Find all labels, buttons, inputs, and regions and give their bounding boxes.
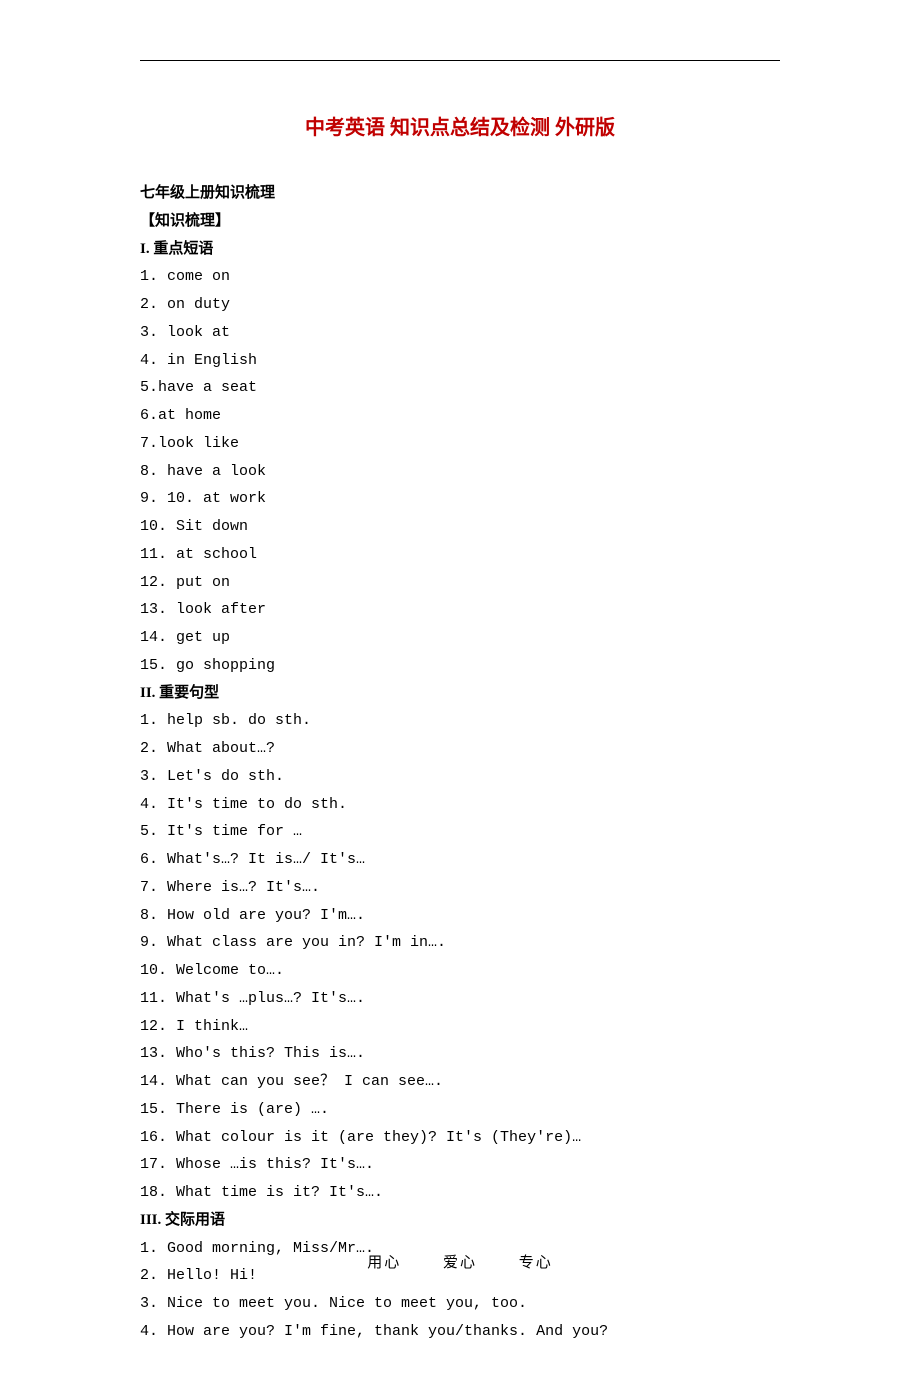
list-item: 15. go shopping: [140, 652, 780, 680]
list-item: 3. Let's do sth.: [140, 763, 780, 791]
list-item: 7. Where is…? It's….: [140, 874, 780, 902]
footer-word-3: 专心: [519, 1255, 553, 1271]
top-rule: [140, 60, 780, 61]
list-item: 12. I think…: [140, 1013, 780, 1041]
list-item: 2. on duty: [140, 291, 780, 319]
list-item: 5.have a seat: [140, 374, 780, 402]
list-item: 10. Sit down: [140, 513, 780, 541]
list-item: 16. What colour is it (are they)? It's (…: [140, 1124, 780, 1152]
list-item: 6. What's…? It is…/ It's…: [140, 846, 780, 874]
section-1-list: 1. come on2. on duty3. look at4. in Engl…: [140, 263, 780, 679]
list-item: 6.at home: [140, 402, 780, 430]
list-item: 4. in English: [140, 347, 780, 375]
list-item: 11. What's …plus…? It's….: [140, 985, 780, 1013]
list-item: 4. How are you? I'm fine, thank you/than…: [140, 1318, 780, 1346]
list-item: 7.look like: [140, 430, 780, 458]
page-footer: 用心 爱心 专心: [0, 1251, 920, 1272]
section-2-list: 1. help sb. do sth.2. What about…?3. Let…: [140, 707, 780, 1207]
list-item: 17. Whose …is this? It's….: [140, 1151, 780, 1179]
footer-word-2: 爱心: [443, 1255, 477, 1271]
list-item: 11. at school: [140, 541, 780, 569]
list-item: 9. 10. at work: [140, 485, 780, 513]
document-title: 中考英语 知识点总结及检测 外研版: [140, 111, 780, 140]
list-item: 15. There is (are) ….: [140, 1096, 780, 1124]
knowledge-heading: 【知识梳理】: [140, 208, 780, 236]
section-1-label: I. 重点短语: [140, 236, 780, 264]
list-item: 9. What class are you in? I'm in….: [140, 929, 780, 957]
list-item: 14. get up: [140, 624, 780, 652]
list-item: 5. It's time for …: [140, 818, 780, 846]
section-2-label: II. 重要句型: [140, 680, 780, 708]
grade-heading: 七年级上册知识梳理: [140, 180, 780, 208]
list-item: 13. Who's this? This is….: [140, 1040, 780, 1068]
list-item: 1. help sb. do sth.: [140, 707, 780, 735]
list-item: 3. Nice to meet you. Nice to meet you, t…: [140, 1290, 780, 1318]
list-item: 8. How old are you? I'm….: [140, 902, 780, 930]
list-item: 2. What about…?: [140, 735, 780, 763]
section-3-label: III. 交际用语: [140, 1207, 780, 1235]
list-item: 13. look after: [140, 596, 780, 624]
list-item: 18. What time is it? It's….: [140, 1179, 780, 1207]
list-item: 4. It's time to do sth.: [140, 791, 780, 819]
list-item: 12. put on: [140, 569, 780, 597]
list-item: 10. Welcome to….: [140, 957, 780, 985]
list-item: 14. What can you see？ I can see….: [140, 1068, 780, 1096]
list-item: 1. come on: [140, 263, 780, 291]
footer-word-1: 用心: [367, 1255, 401, 1271]
list-item: 8. have a look: [140, 458, 780, 486]
page-body: 中考英语 知识点总结及检测 外研版 七年级上册知识梳理 【知识梳理】 I. 重点…: [0, 0, 920, 1386]
list-item: 3. look at: [140, 319, 780, 347]
